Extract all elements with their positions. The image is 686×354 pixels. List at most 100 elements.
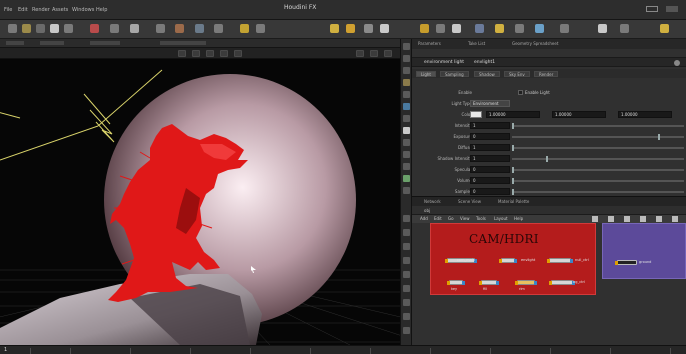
select-tool-icon[interactable] [8,24,17,33]
node-ground[interactable] [615,260,637,265]
tool-strip-marker-4[interactable] [160,41,206,45]
spot-light-icon[interactable] [330,24,339,33]
color-swatch[interactable] [470,111,482,118]
menu-render[interactable]: Render [32,7,50,13]
slider-handle[interactable] [512,167,514,173]
node-key[interactable] [447,280,465,285]
scene-viewport[interactable] [0,48,400,345]
pane-icon-9[interactable] [403,327,410,334]
view-button-8[interactable] [384,50,392,57]
sky-light-icon[interactable] [380,24,389,33]
subtab-light[interactable]: Light [416,71,436,77]
node-rim[interactable] [515,280,537,285]
ambient-light-icon[interactable] [475,24,484,33]
param-value-field[interactable]: 1 [470,122,510,129]
pane-icon-2[interactable] [403,229,410,236]
slider-handle[interactable] [658,134,661,140]
param-dropdown[interactable]: Environment [470,100,510,107]
param-slider[interactable] [512,178,684,184]
subtab-render[interactable]: Render [534,71,559,77]
param-value-field[interactable]: 0 [470,133,510,140]
guides-icon[interactable] [403,163,410,170]
close-icon[interactable] [666,6,678,12]
shaded-icon[interactable] [403,67,410,74]
pane-icon-1[interactable] [403,215,410,222]
slider-handle[interactable] [512,178,514,184]
scale-tool-icon[interactable] [50,24,59,33]
ghost-icon[interactable] [403,127,410,134]
light-template-icon[interactable] [495,24,504,33]
subtab-shadow[interactable]: Shadow [474,71,500,77]
gear-icon[interactable] [674,60,680,66]
env-light-icon[interactable] [364,24,373,33]
point-light-icon[interactable] [256,24,265,33]
param-slider[interactable] [512,123,684,129]
param-value-field[interactable]: 1 [470,155,510,162]
sun-light-icon[interactable] [240,24,249,33]
menu-help[interactable]: Help [96,7,107,13]
network-box-cam-hdri[interactable]: CAM/HDRI cam_main envlight null_ctrl key… [430,223,596,295]
gi-light-icon[interactable] [420,24,429,33]
network-menu-go[interactable]: Go [448,216,454,221]
subtab-sampling[interactable]: Sampling [440,71,469,77]
param-slider[interactable] [512,134,684,140]
normals-icon[interactable] [403,139,410,146]
light-tool-icon[interactable] [214,24,223,33]
param-slider[interactable] [512,167,684,173]
layout-icon[interactable] [640,216,646,222]
network-menu-tools[interactable]: Tools [476,216,486,221]
menu-file[interactable]: File [4,7,12,13]
caustic-light-icon[interactable] [436,24,445,33]
param-slider[interactable] [512,189,684,195]
pane-icon-6[interactable] [403,285,410,292]
points-icon[interactable] [403,151,410,158]
view-button-3[interactable] [206,50,214,57]
snapping-icon[interactable] [403,175,410,182]
view-button-4[interactable] [220,50,228,57]
tab-geometry-spreadsheet[interactable]: Geometry Spreadsheet [512,41,558,46]
view-tool-icon[interactable] [110,24,119,33]
render-icon[interactable] [660,24,669,33]
color-component-field[interactable]: 1.00000 [618,111,672,118]
color-component-field[interactable]: 1.00000 [486,111,540,118]
shadow-icon[interactable] [403,91,410,98]
tab-network[interactable]: Network [424,199,441,204]
handle-tool-icon[interactable] [64,24,73,33]
param-checkbox[interactable] [518,90,523,95]
network-menu-add[interactable]: Add [420,216,428,221]
slider-handle[interactable] [512,123,514,129]
area-light-icon[interactable] [346,24,355,33]
param-value-field[interactable]: 0 [470,166,510,173]
node-fill[interactable] [479,280,499,285]
view-button-6[interactable] [356,50,364,57]
tab-scene-view[interactable]: Scene View [458,199,481,204]
camera-tool-icon[interactable] [195,24,204,33]
menu-windows[interactable]: Windows [72,7,94,13]
param-value-field[interactable]: 1 [470,144,510,151]
network-menu-edit[interactable]: Edit [434,216,442,221]
menu-edit[interactable]: Edit [18,7,28,13]
network-path[interactable]: obj [424,208,430,213]
wrench-icon[interactable] [592,216,598,222]
tool-strip-marker-3[interactable] [90,41,120,45]
snap-icon[interactable] [624,216,630,222]
node-null-ctrl[interactable] [547,258,573,263]
gamma-icon[interactable] [620,24,629,33]
vr-camera-icon[interactable] [535,24,544,33]
slider-handle[interactable] [512,145,514,151]
snap-tool-icon[interactable] [130,24,139,33]
view-button-5[interactable] [234,50,242,57]
tool-strip-marker-2[interactable] [40,41,64,45]
portal-light-icon[interactable] [452,24,461,33]
network-canvas[interactable]: CAM/HDRI cam_main envlight null_ctrl key… [412,223,686,346]
slider-handle[interactable] [512,189,514,195]
view-button-1[interactable] [178,50,186,57]
network-menu-help[interactable]: Help [514,216,523,221]
menu-assets[interactable]: Assets [52,7,68,13]
switcher-icon[interactable] [560,24,569,33]
grid-tool-icon[interactable] [156,24,165,33]
color-component-field[interactable]: 1.00000 [552,111,606,118]
pane-icon-7[interactable] [403,299,410,306]
geo-tool-icon[interactable] [175,24,184,33]
background-icon[interactable] [403,187,410,194]
